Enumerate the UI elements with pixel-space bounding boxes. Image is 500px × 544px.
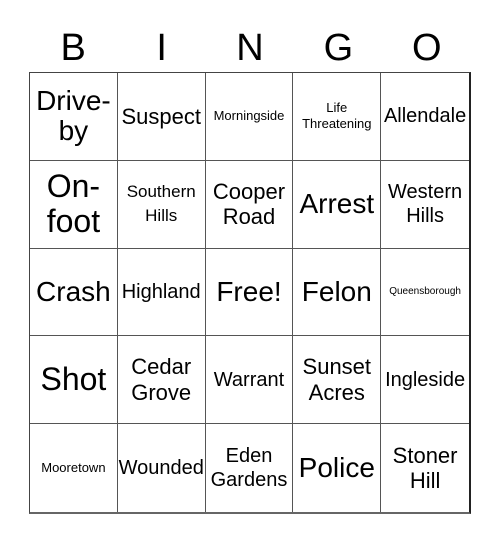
bingo-header: B I N G O — [29, 26, 471, 70]
bingo-cell[interactable]: Highland — [117, 248, 206, 337]
bingo-cell[interactable]: Eden Gardens — [206, 424, 294, 512]
header-letter-g: G — [323, 27, 354, 69]
bingo-cell[interactable]: Allendale — [381, 73, 469, 161]
header-letter-o: O — [412, 27, 442, 69]
header-letter-n: N — [236, 27, 264, 69]
bingo-cell[interactable]: Sunset Acres — [293, 336, 382, 425]
bingo-cell[interactable]: On-foot — [30, 160, 118, 249]
bingo-cell[interactable]: Shot — [30, 336, 118, 425]
bingo-cell[interactable]: Stoner Hill — [381, 424, 469, 512]
bingo-cell[interactable]: Cedar Grove — [117, 336, 206, 425]
bingo-cell[interactable]: Southern Hills — [117, 160, 206, 249]
bingo-cell[interactable]: Mooretown — [30, 424, 118, 512]
bingo-cell[interactable]: Wounded — [118, 424, 206, 512]
bingo-cell[interactable]: Morningside — [205, 73, 294, 161]
header-letter-i: I — [156, 27, 167, 69]
bingo-cell[interactable]: Arrest — [293, 160, 382, 249]
bingo-cell[interactable]: Ingleside — [381, 336, 469, 425]
bingo-cell[interactable]: Suspect — [117, 73, 206, 161]
bingo-cell[interactable]: Queensborough — [381, 249, 469, 337]
free-space-cell[interactable]: Free! — [205, 248, 294, 337]
bingo-cell[interactable]: Western Hills — [381, 161, 469, 249]
bingo-board: Drive-by Suspect Morningside Life Threat… — [29, 72, 471, 514]
bingo-cell[interactable]: Drive-by — [30, 73, 118, 161]
bingo-cell[interactable]: Warrant — [205, 336, 294, 425]
bingo-cell[interactable]: Crash — [30, 248, 118, 337]
bingo-cell[interactable]: Police — [293, 424, 382, 512]
bingo-cell[interactable]: Felon — [293, 248, 382, 337]
bingo-cell[interactable]: Life Threatening — [293, 73, 382, 161]
header-letter-b: B — [60, 27, 86, 69]
bingo-cell[interactable]: Cooper Road — [205, 160, 294, 249]
